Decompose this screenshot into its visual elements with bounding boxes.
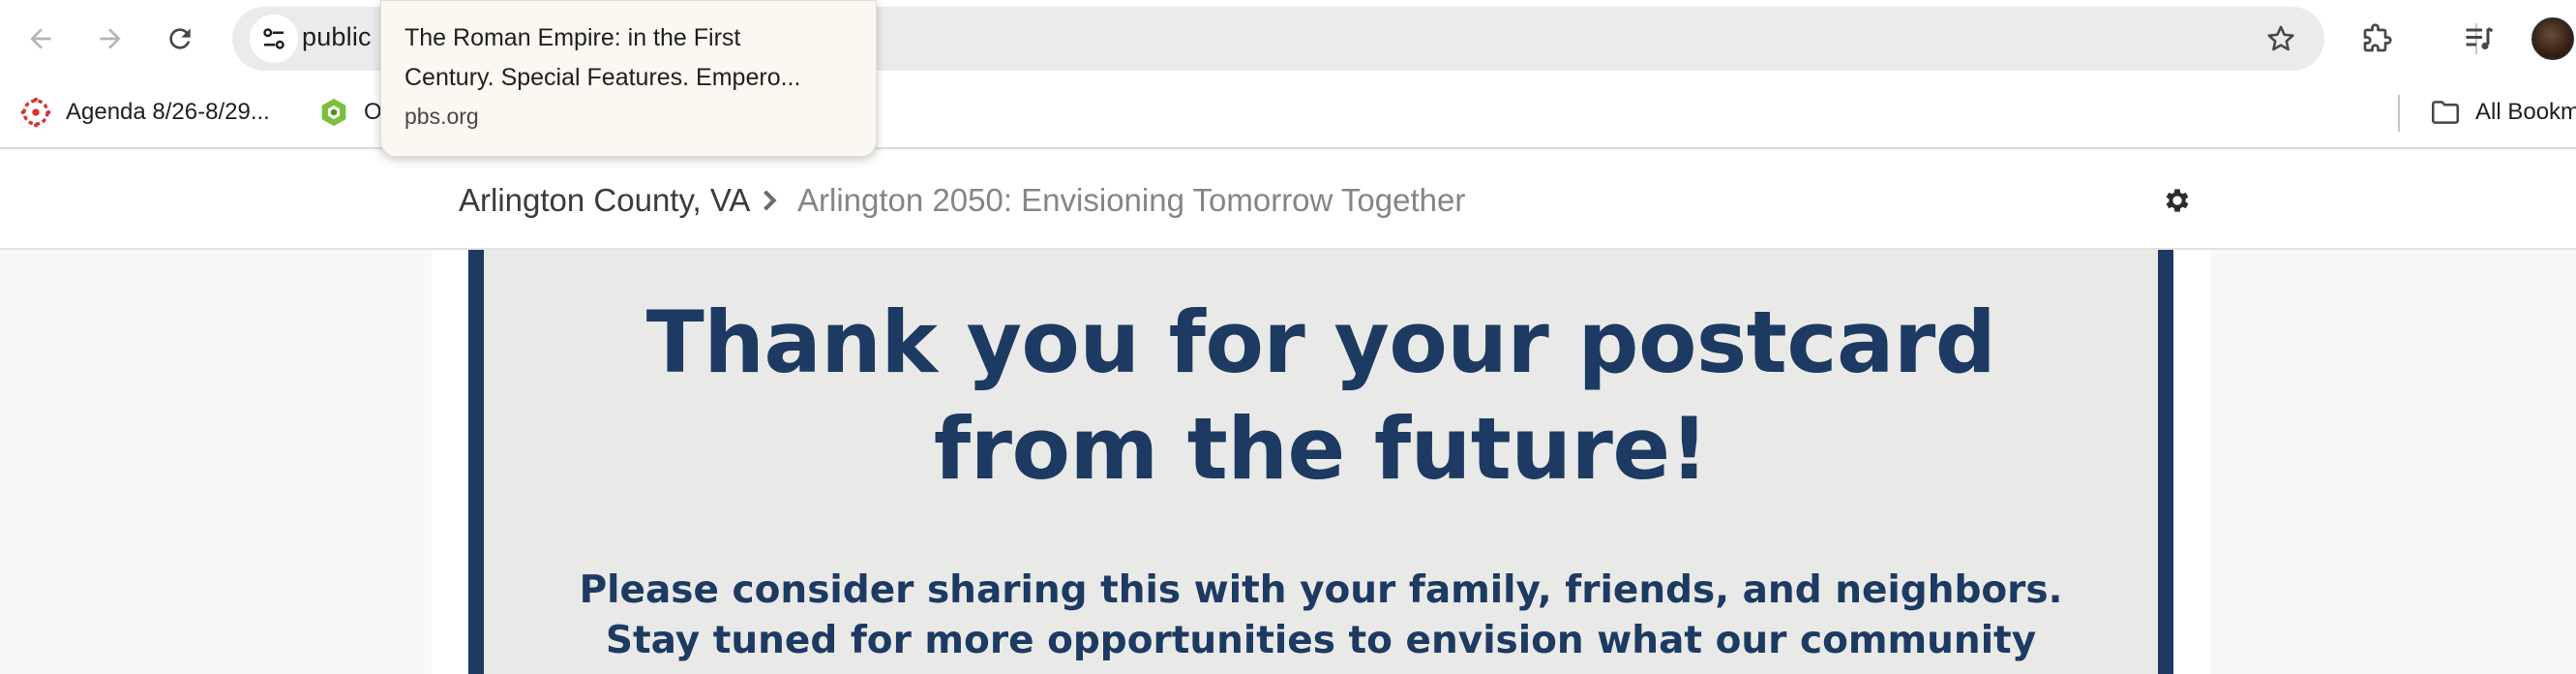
gear-icon[interactable] bbox=[2162, 185, 2193, 216]
back-button[interactable] bbox=[15, 14, 66, 64]
page-header: Arlington County, VA Arlington 2050: Env… bbox=[0, 151, 2576, 250]
media-controls-button[interactable] bbox=[2460, 19, 2499, 58]
star-icon[interactable] bbox=[2264, 22, 2297, 55]
green-hexagon-icon bbox=[317, 96, 350, 129]
all-bookmarks-label: All Bookm bbox=[2475, 99, 2576, 125]
forward-arrow-icon bbox=[100, 28, 121, 49]
folder-icon bbox=[2429, 96, 2462, 129]
forward-button[interactable] bbox=[85, 14, 135, 64]
reload-button[interactable] bbox=[155, 14, 205, 64]
back-arrow-icon bbox=[30, 28, 51, 49]
media-control-icon bbox=[2466, 27, 2494, 50]
postcard-subtext-line2: Stay tuned for more opportunities to env… bbox=[605, 619, 2037, 662]
tooltip-domain: pbs.org bbox=[404, 104, 479, 129]
postcard-headline-line2: from the future! bbox=[933, 399, 1709, 499]
bookmarks-divider bbox=[2398, 95, 2400, 132]
tune-icon bbox=[263, 28, 285, 49]
address-text[interactable]: public bbox=[302, 22, 372, 52]
tooltip-title-line2: Century. Special Features. Empero... bbox=[404, 64, 801, 91]
breadcrumb-current: Arlington 2050: Envisioning Tomorrow Tog… bbox=[797, 182, 1466, 218]
breadcrumb-home-link[interactable]: Arlington County, VA bbox=[459, 182, 750, 219]
puzzle-icon bbox=[2363, 23, 2392, 52]
site-info-button[interactable] bbox=[250, 15, 298, 63]
postcard-headline-line1: Thank you for your postcard bbox=[645, 292, 1996, 392]
bookmark-label: Agenda 8/26-8/29... bbox=[66, 99, 270, 125]
postcard-subtext-line1: Please consider sharing this with your f… bbox=[579, 568, 2063, 612]
avatar[interactable] bbox=[2531, 17, 2574, 60]
bookmark-tooltip: The Roman Empire: in the First Century. … bbox=[380, 0, 877, 157]
bookmark-o[interactable]: O bbox=[317, 93, 382, 132]
canvas-icon bbox=[19, 96, 52, 129]
reload-icon bbox=[169, 28, 191, 49]
bookmark-label: O bbox=[364, 99, 382, 125]
postcard-image: Thank you for your postcard from the fut… bbox=[468, 250, 2173, 674]
all-bookmarks-button[interactable]: All Bookm bbox=[2429, 93, 2576, 132]
chevron-right-icon bbox=[764, 190, 777, 211]
extensions-button[interactable] bbox=[2357, 19, 2396, 58]
bookmark-agenda[interactable]: Agenda 8/26-8/29... bbox=[19, 93, 270, 132]
tooltip-title-line1: The Roman Empire: in the First bbox=[404, 24, 741, 51]
